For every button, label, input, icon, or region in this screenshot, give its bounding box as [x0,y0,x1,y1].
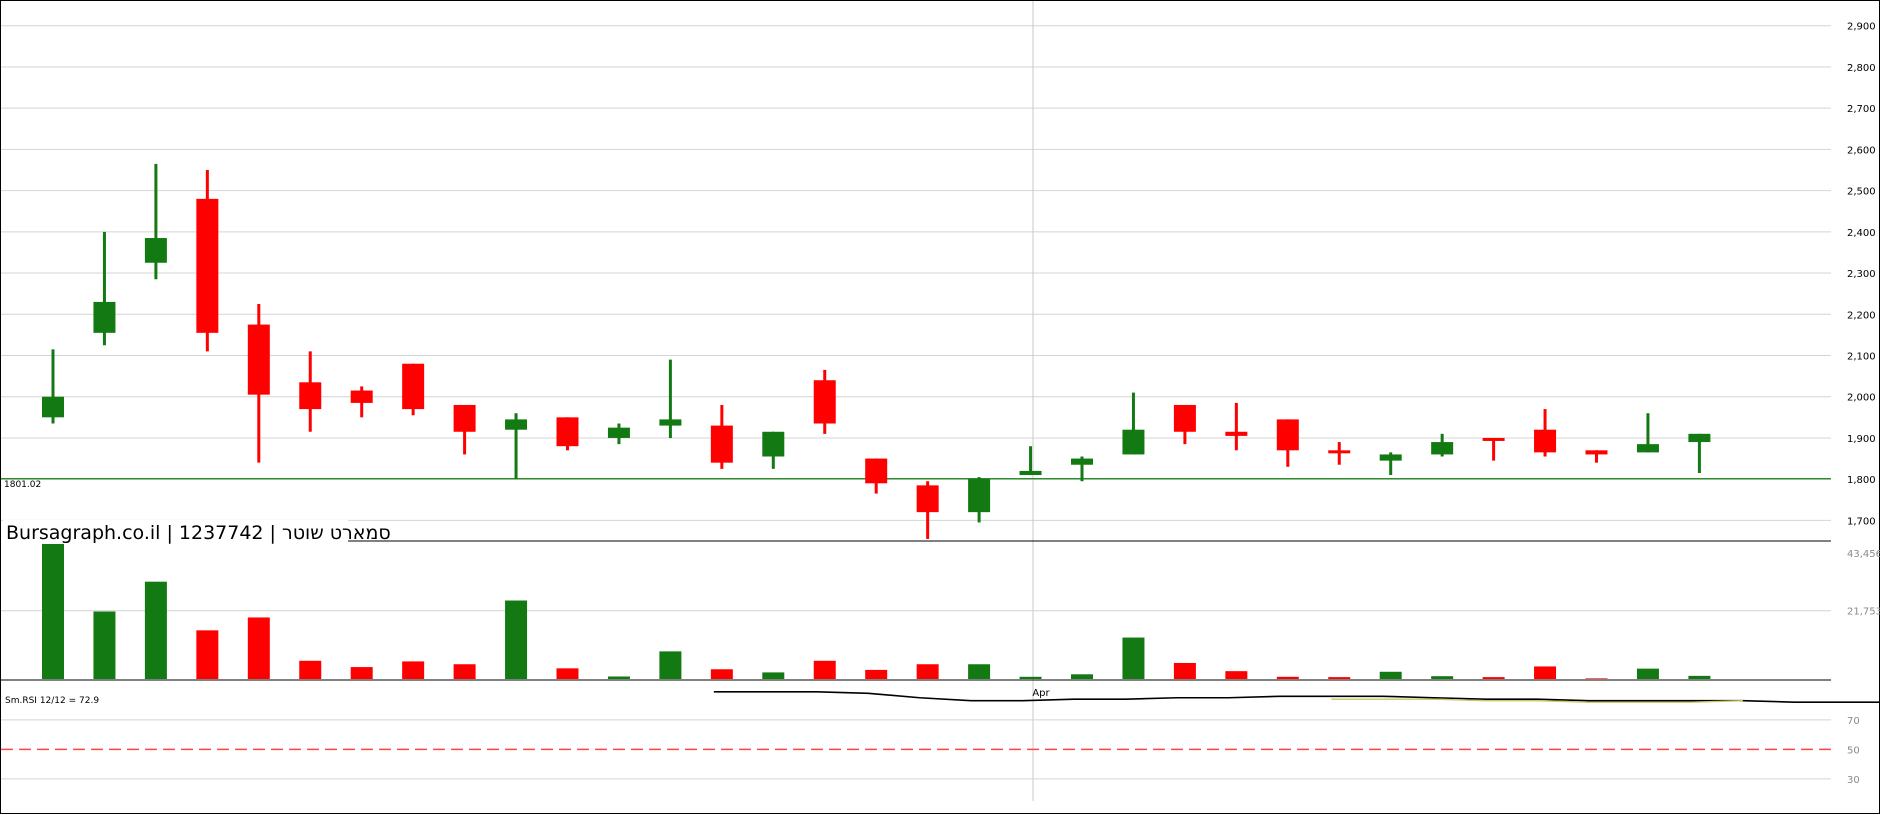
volume-bar [865,669,888,679]
candle-body [659,419,682,426]
volume-bar [1431,676,1454,679]
volume-bar [607,676,630,679]
volume-bar [93,611,116,679]
candle-body [1585,450,1608,455]
volume-bar [813,660,836,679]
volume-bar [1534,666,1557,679]
chart-svg: 1,700 1,800 1,900 2,000 2,100 2,200 2,300 2,400… [1,1,1880,801]
volume-bar [1379,671,1402,679]
grid-layer [1,1,1831,801]
volume-bar [1173,662,1196,679]
chart-root: 1,700 1,800 1,900 2,000 2,100 2,200 2,300 2,400… [0,0,1880,814]
volume-bar [762,672,785,679]
candle-body [1534,429,1557,453]
price-tick-label: 2,800 [1847,63,1876,74]
price-tick-label: 1,700 [1847,516,1876,527]
volume-bar [916,664,939,679]
candle-body [968,479,991,513]
rsi-layer [1,691,1880,751]
price-tick-label: 2,900 [1847,22,1876,33]
candle-body [1328,450,1351,454]
volume-bar [1122,637,1145,679]
volume-bar [968,664,991,679]
candle-body [1636,444,1659,453]
candle-body [1019,470,1042,476]
candle-body [916,485,939,513]
candle-body [607,427,630,438]
price-tick-label: 2,600 [1847,145,1876,156]
rsi-line [713,691,1880,703]
volume-bar [659,651,682,679]
volume-bar [1636,668,1659,679]
candle-body [350,390,373,403]
volume-bar [299,660,322,679]
volume-bar [1071,674,1093,679]
price-tick-label: 2,700 [1847,104,1876,115]
candle-body [1688,433,1711,443]
volume-bar [505,600,528,679]
price-tick-label: 1,900 [1847,434,1876,445]
volume-bar [453,664,476,679]
volume-bar [1585,678,1608,679]
candle-body [453,404,476,432]
volume-bar [402,661,425,679]
candle-body [762,431,785,457]
axis-layer: 1,700 1,800 1,900 2,000 2,100 2,200 2,300 2,400… [1847,22,1880,786]
volume-bar [247,617,270,679]
price-tick-label: 1,800 [1847,475,1876,486]
candle-body [1482,437,1505,441]
support-label: 1801.02 [4,480,41,490]
price-tick-label: 2,500 [1847,187,1876,198]
price-tick-label: 2,100 [1847,352,1876,363]
volume-bar [196,630,219,679]
candle-body [1276,419,1299,451]
chart-title: Bursagraph.co.il | 1237742 | סמארט שוטר [6,522,391,544]
candle-body [93,301,116,333]
volume-bar [1019,676,1042,679]
volume-bar [350,667,373,679]
volume-bar [1225,671,1248,679]
volume-bar [1688,675,1711,679]
candle-body [1225,431,1248,436]
candle-body [1379,454,1402,461]
volume-tick-label: 43,456 [1847,549,1880,560]
candle-body [710,425,733,463]
candle-body [1173,404,1196,432]
rsi-tick-label: 50 [1847,745,1860,756]
rsi-tick-label: 30 [1847,775,1860,786]
candle-body [1431,442,1454,455]
candle-body [1122,429,1145,455]
candle-body [865,458,888,484]
rsi-label: Sm.RSI 12/12 = 72.9 [5,696,99,706]
volume-tick-label: 21,753 [1847,607,1880,618]
month-label: Apr [1032,688,1050,699]
candle-body [402,363,425,410]
candle-body [556,417,579,447]
rsi-tick-label: 70 [1847,716,1860,727]
candle-body [247,324,270,395]
candle-body [813,380,836,424]
volume-bar [1482,677,1505,679]
candle-body [299,382,322,410]
price-layer [1,163,1831,539]
price-tick-label: 2,400 [1847,228,1876,239]
volume-bar [1328,677,1351,679]
candle-body [144,238,167,263]
volume-bar [144,581,167,679]
volume-bar [1276,676,1299,679]
candle-body [1071,458,1093,465]
price-tick-label: 2,200 [1847,310,1876,321]
candle-body [196,198,219,333]
volume-bar [42,544,64,679]
candle-body [505,419,528,430]
price-tick-label: 2,000 [1847,393,1876,404]
volume-bar [710,669,733,679]
volume-layer [42,544,1711,679]
price-tick-label: 2,300 [1847,269,1876,280]
volume-bar [556,668,579,679]
candle-body [42,396,64,418]
